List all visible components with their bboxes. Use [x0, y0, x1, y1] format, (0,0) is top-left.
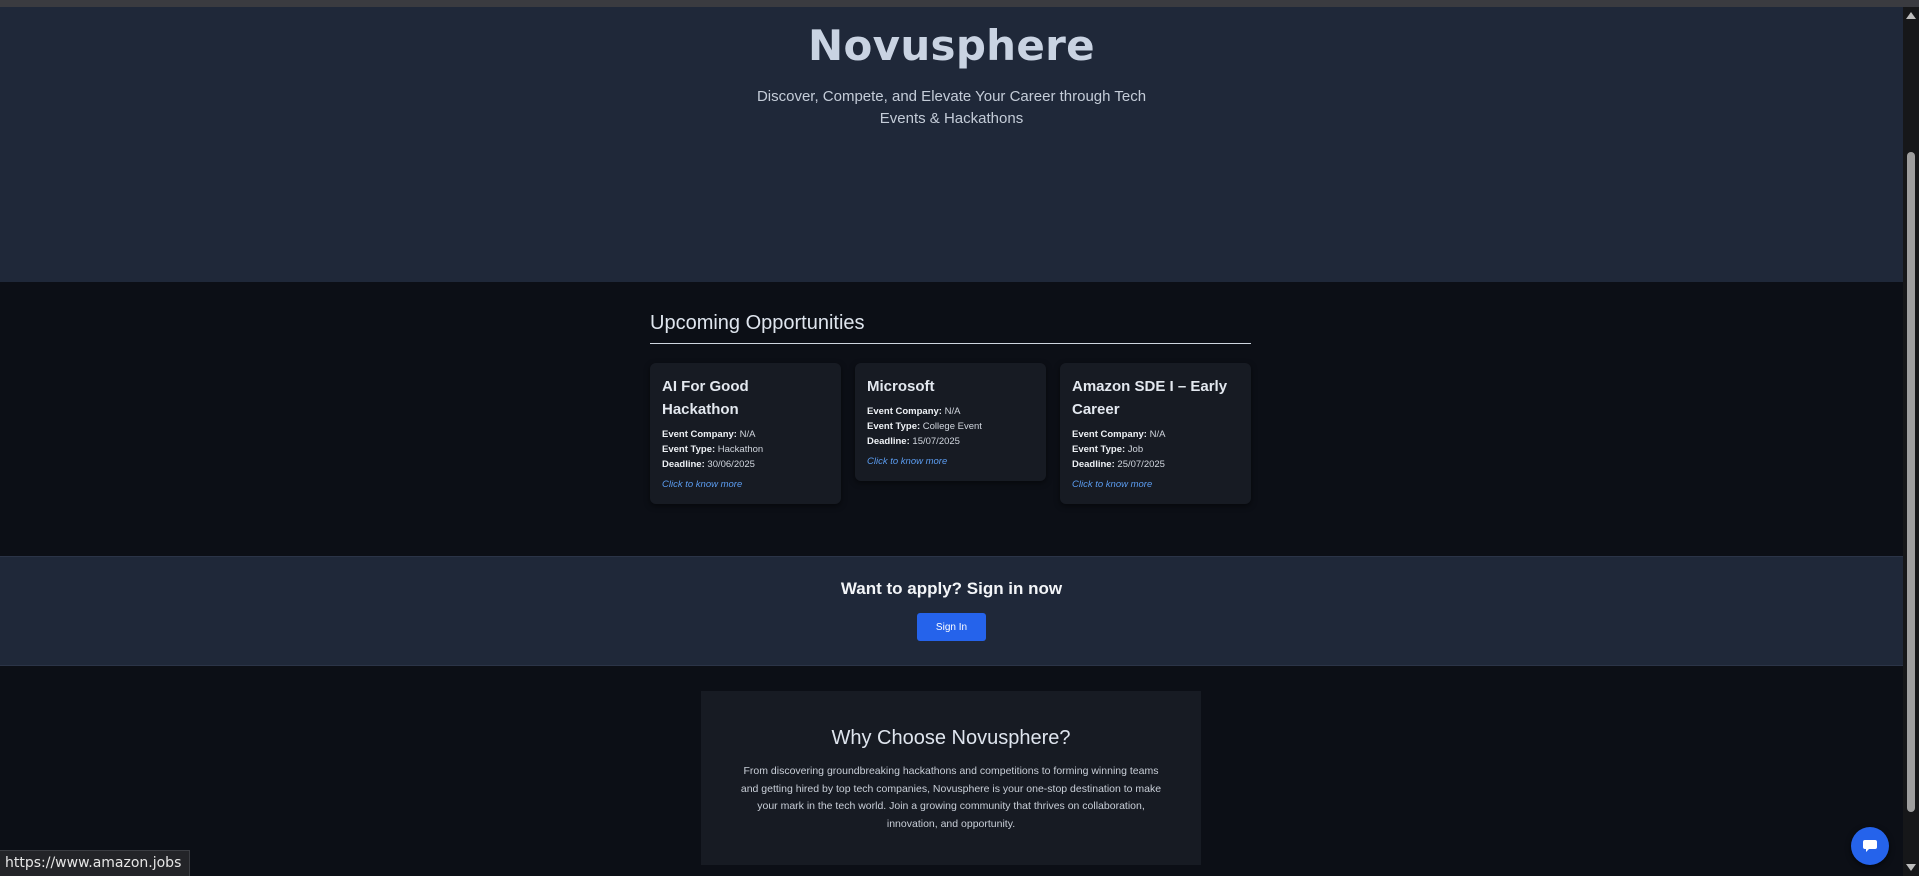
card-company: Event Company: N/A	[1072, 427, 1239, 442]
hero-section: Novusphere Discover, Compete, and Elevat…	[0, 7, 1903, 282]
card-title: Microsoft	[867, 378, 935, 395]
scroll-up-arrow-icon[interactable]	[1906, 12, 1916, 19]
page-content: Novusphere Discover, Compete, and Elevat…	[0, 7, 1903, 876]
chat-button[interactable]	[1851, 827, 1889, 865]
company-value: N/A	[1149, 429, 1166, 440]
opportunity-card: Microsoft Event Company: N/A Event Type:…	[855, 363, 1046, 481]
card-deadline: Deadline: 25/07/2025	[1072, 457, 1239, 472]
why-card: Why Choose Novusphere? From discovering …	[701, 691, 1201, 865]
type-label: Event Type:	[662, 444, 716, 455]
opportunity-card: AI For Good Hackathon Event Company: N/A…	[650, 363, 841, 504]
card-type: Event Type: College Event	[867, 419, 1034, 434]
type-value: College Event	[922, 421, 982, 432]
company-value: N/A	[739, 429, 756, 440]
card-company: Event Company: N/A	[867, 404, 1034, 419]
card-title: Amazon SDE I – Early Career	[1072, 378, 1228, 418]
site-title: Novusphere	[808, 21, 1095, 70]
deadline-value: 25/07/2025	[1117, 459, 1165, 470]
why-heading: Why Choose Novusphere?	[831, 727, 1071, 749]
type-label: Event Type:	[1072, 444, 1126, 455]
status-bar-url: https://www.amazon.jobs	[0, 850, 191, 876]
card-company: Event Company: N/A	[662, 427, 829, 442]
deadline-value: 30/06/2025	[707, 459, 755, 470]
sign-in-button[interactable]: Sign In	[917, 613, 986, 641]
card-deadline: Deadline: 30/06/2025	[662, 457, 829, 472]
scrollbar-thumb[interactable]	[1907, 152, 1915, 812]
opportunities-section: Upcoming Opportunities AI For Good Hacka…	[0, 282, 1903, 556]
card-type: Event Type: Hackathon	[662, 442, 829, 457]
company-label: Event Company:	[662, 429, 737, 440]
type-value: Job	[1127, 444, 1144, 455]
card-title: AI For Good Hackathon	[662, 378, 749, 418]
type-label: Event Type:	[867, 421, 921, 432]
company-value: N/A	[944, 406, 961, 417]
opportunity-card: Amazon SDE I – Early Career Event Compan…	[1060, 363, 1251, 504]
know-more-link[interactable]: Click to know more	[867, 456, 1034, 467]
scroll-down-arrow-icon[interactable]	[1906, 864, 1916, 871]
card-deadline: Deadline: 15/07/2025	[867, 434, 1034, 449]
company-label: Event Company:	[867, 406, 942, 417]
card-type: Event Type: Job	[1072, 442, 1239, 457]
why-section: Why Choose Novusphere? From discovering …	[0, 666, 1903, 876]
browser-top-border	[0, 0, 1919, 7]
chat-bubble-icon	[1863, 840, 1877, 852]
type-value: Hackathon	[717, 444, 764, 455]
opportunities-container: Upcoming Opportunities AI For Good Hacka…	[650, 312, 1251, 504]
why-description: From discovering groundbreaking hackatho…	[740, 765, 1162, 830]
know-more-link[interactable]: Click to know more	[1072, 479, 1239, 490]
deadline-label: Deadline:	[662, 459, 705, 470]
know-more-link[interactable]: Click to know more	[662, 479, 829, 490]
company-label: Event Company:	[1072, 429, 1147, 440]
hero-tagline: Discover, Compete, and Elevate Your Care…	[756, 88, 1147, 127]
deadline-label: Deadline:	[867, 436, 910, 447]
opportunity-cards: AI For Good Hackathon Event Company: N/A…	[650, 363, 1251, 504]
deadline-label: Deadline:	[1072, 459, 1115, 470]
signin-section: Want to apply? Sign in now Sign In	[0, 556, 1903, 666]
deadline-value: 15/07/2025	[912, 436, 960, 447]
signin-heading: Want to apply? Sign in now	[840, 579, 1063, 598]
opportunities-heading: Upcoming Opportunities	[650, 312, 1251, 344]
vertical-scrollbar[interactable]	[1903, 7, 1919, 876]
